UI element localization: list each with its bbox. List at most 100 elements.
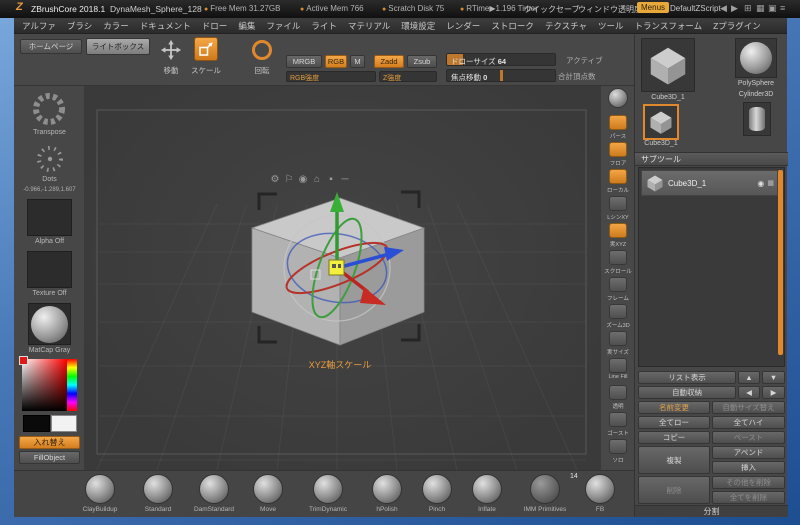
transpose-button[interactable] — [31, 91, 67, 127]
menu-draw[interactable]: ドロー — [202, 20, 228, 32]
subtool-row[interactable]: Cube3D_1 ◉ ▦ — [641, 170, 778, 196]
brush-fb[interactable]: FB — [570, 474, 630, 513]
actual-size-button[interactable]: 実サイズ — [601, 331, 635, 356]
focal-shift-slider[interactable]: 焦点移動 0 — [446, 69, 556, 82]
gizmo-move-button[interactable] — [160, 39, 182, 61]
recent-tool-cylinder[interactable] — [743, 102, 771, 136]
rgb-intensity-slider[interactable]: RGB強度 — [286, 71, 376, 82]
delete-button[interactable]: 削除 — [638, 476, 710, 504]
menu-color[interactable]: カラー — [103, 20, 129, 32]
stroke-dots-button[interactable] — [34, 143, 66, 175]
brush-inflate[interactable]: Inflate — [457, 474, 517, 513]
floor-button[interactable]: フロア — [601, 142, 635, 167]
window-opacity-button[interactable]: ウィンドウ透明度 — [578, 4, 642, 15]
flag-icon[interactable]: ⚐ — [282, 174, 296, 185]
all-high-button[interactable]: 全てハイ — [712, 416, 785, 429]
append-button[interactable]: アペンド — [712, 446, 785, 459]
zscript-button[interactable]: DefaultZScript — [670, 4, 721, 13]
paste-button[interactable]: ペースト — [712, 431, 785, 444]
menu-document[interactable]: ドキュメント — [140, 20, 191, 32]
alpha-selector[interactable] — [27, 199, 72, 236]
subtool-right-button[interactable]: ▶ — [762, 386, 785, 399]
secondary-color-swatch[interactable] — [51, 415, 77, 432]
nav-back-icon[interactable]: ◀ — [720, 3, 727, 14]
visibility-eye-icon[interactable]: ◉ — [757, 179, 764, 188]
subtool-up-button[interactable]: ▲ — [738, 371, 760, 384]
lightbox-button[interactable]: ライトボックス — [86, 38, 150, 55]
brush-trimdynamic[interactable]: TrimDynamic — [298, 474, 358, 513]
copy-button[interactable]: コピー — [638, 431, 710, 444]
menu-brush[interactable]: ブラシ — [67, 20, 92, 32]
material-selector[interactable] — [28, 303, 71, 345]
bpr-render-button[interactable] — [601, 88, 635, 109]
quicksave-button[interactable]: クイックセーブ — [524, 4, 580, 15]
zadd-button[interactable]: Zadd — [374, 55, 404, 68]
swap-color-button[interactable]: 入れ替え — [19, 436, 80, 449]
lock-icon[interactable]: ▪ — [324, 174, 338, 185]
menu-file[interactable]: ファイル — [266, 20, 300, 32]
viewport-canvas[interactable]: ⚙ ⚐ ◉ ⌂ ▪ ─ XYZ軸スケール — [85, 86, 600, 470]
rename-button[interactable]: 名前変更 — [638, 401, 710, 414]
line-fill-button[interactable]: Line Fill — [601, 358, 635, 380]
fill-object-button[interactable]: FillObject — [19, 451, 80, 464]
color-picker[interactable] — [22, 359, 77, 411]
local-button[interactable]: ローカル — [601, 169, 635, 194]
menu-stroke[interactable]: ストローク — [491, 20, 534, 32]
menu-tool[interactable]: ツール — [598, 20, 624, 32]
target-icon[interactable]: ◉ — [296, 174, 310, 185]
subtool-down-button[interactable]: ▼ — [762, 371, 785, 384]
list-view-button[interactable]: リスト表示 — [638, 371, 736, 384]
menu-texture[interactable]: テクスチャ — [545, 20, 587, 32]
split-section-header[interactable]: 分割 — [635, 505, 788, 517]
brush-damstandard[interactable]: DamStandard — [184, 474, 244, 513]
nav-forward-icon[interactable]: ▶ — [731, 3, 738, 14]
m-button[interactable]: M — [350, 55, 365, 68]
menu-light[interactable]: ライト — [311, 20, 337, 32]
ghost-button[interactable]: ゴースト — [601, 412, 635, 437]
zsub-button[interactable]: Zsub — [407, 55, 437, 68]
brush-imm-primitives[interactable]: IMM Primitives — [515, 474, 575, 513]
homepage-button[interactable]: ホームページ — [20, 39, 82, 54]
subtool-scrollbar[interactable] — [778, 170, 783, 355]
menu-render[interactable]: レンダー — [446, 20, 480, 32]
delete-all-button[interactable]: 全てを削除 — [712, 491, 785, 504]
all-low-button[interactable]: 全てロー — [638, 416, 710, 429]
saturation-square[interactable] — [22, 359, 67, 411]
gear-icon[interactable]: ⚙ — [268, 174, 282, 185]
gizmo-rotate-button[interactable] — [252, 40, 272, 60]
panel-layout-icon[interactable]: ▦ — [756, 3, 765, 14]
subtool-section-header[interactable]: サブツール — [635, 152, 788, 166]
menu-alpha[interactable]: アルファ — [22, 20, 56, 32]
draw-size-slider[interactable]: ドローサイズ 64 — [446, 53, 556, 66]
menu-preferences[interactable]: 環境設定 — [401, 20, 435, 32]
gizmo-scale-button[interactable] — [194, 37, 218, 61]
menu-edit[interactable]: 編集 — [238, 20, 255, 32]
window-grid-icon[interactable]: ⊞ — [744, 3, 752, 14]
home-icon[interactable]: ⌂ — [310, 174, 324, 185]
gizmo-center-handle[interactable] — [328, 259, 345, 276]
z-intensity-slider[interactable]: Z強度 — [379, 71, 437, 82]
lock-layout-icon[interactable]: ▣ — [768, 3, 777, 14]
delete-other-button[interactable]: その他を削除 — [712, 476, 785, 489]
hue-strip[interactable] — [67, 359, 77, 411]
recent-tool-cube[interactable] — [643, 104, 679, 140]
recent-tool-polysphere[interactable] — [735, 38, 777, 78]
menus-toggle[interactable]: Menus — [637, 2, 670, 13]
insert-button[interactable]: 挿入 — [712, 461, 785, 474]
menu-transform[interactable]: トランスフォーム — [635, 20, 703, 32]
brush-standard[interactable]: Standard — [128, 474, 188, 513]
transparent-button[interactable]: 透明 — [601, 385, 635, 410]
solo-button[interactable]: ソロ — [601, 439, 635, 464]
zoom3d-button[interactable]: ズーム3D — [601, 304, 635, 329]
main-color-swatch[interactable] — [23, 415, 50, 432]
menu-material[interactable]: マテリアル — [348, 20, 390, 32]
active-tool-thumbnail[interactable] — [641, 38, 695, 92]
frame-button[interactable]: フレーム — [601, 277, 635, 302]
xyz-button[interactable]: 実XYZ — [601, 223, 635, 248]
paint-toggle-icon[interactable]: ▦ — [767, 179, 774, 187]
texture-selector[interactable] — [27, 251, 72, 288]
subtool-left-button[interactable]: ◀ — [738, 386, 760, 399]
scroll-button[interactable]: スクロール — [601, 250, 635, 275]
menu-lines-icon[interactable]: ≡ — [780, 3, 785, 13]
rgb-button[interactable]: RGB — [325, 55, 347, 68]
